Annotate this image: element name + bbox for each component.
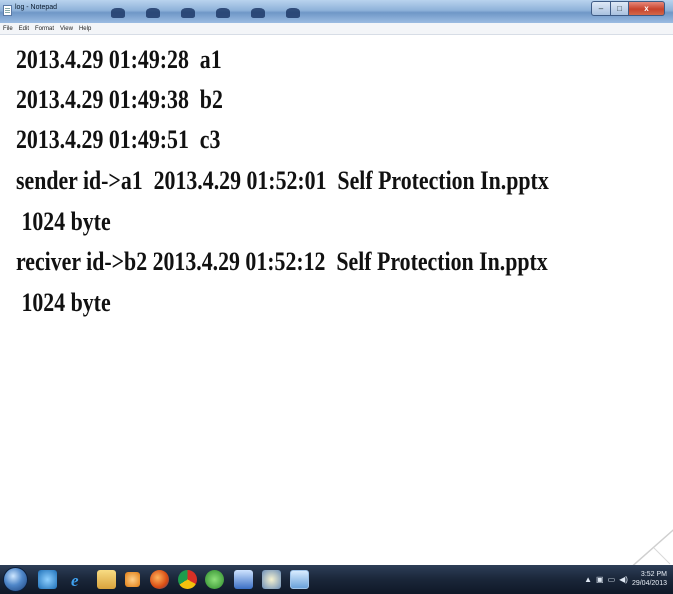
network-icon[interactable]: ▣ <box>596 575 604 584</box>
maximize-button[interactable]: □ <box>611 1 629 16</box>
tray-date: 29/04/2013 <box>631 580 667 587</box>
menu-view[interactable]: View <box>60 23 73 34</box>
menu-edit[interactable]: Edit <box>19 23 29 34</box>
menu-file[interactable]: File <box>3 23 13 34</box>
folder-icon[interactable] <box>97 570 116 589</box>
text-line: 2013.4.29 01:49:38 b2 <box>16 85 223 114</box>
system-tray: ▲ ▣ ▭ ◀) 3:52 PM 29/04/2013 <box>584 568 667 590</box>
tray-time: 3:52 PM <box>640 571 667 578</box>
text-line: sender id->a1 2013.4.29 01:52:01 Self Pr… <box>16 166 549 195</box>
text-line: 2013.4.29 01:49:28 a1 <box>16 45 222 74</box>
menu-help[interactable]: Help <box>79 23 91 34</box>
svg-text:e: e <box>71 571 79 589</box>
media-player-icon[interactable] <box>125 572 140 587</box>
close-button[interactable]: x <box>629 1 665 16</box>
menu-format[interactable]: Format <box>35 23 54 34</box>
notepad-icon[interactable] <box>290 570 309 589</box>
text-line: 1024 byte <box>16 288 111 317</box>
title-bar[interactable]: log - Notepad – □ x <box>0 0 673 23</box>
title-bar-decoration <box>100 8 310 18</box>
text-line: 1024 byte <box>16 207 111 236</box>
text-line: 2013.4.29 01:49:51 c3 <box>16 125 221 154</box>
paint-icon[interactable] <box>262 570 281 589</box>
battery-icon[interactable]: ▭ <box>608 575 616 584</box>
chrome-icon[interactable] <box>178 570 197 589</box>
text-line: reciver id->b2 2013.4.29 01:52:12 Self P… <box>16 247 548 276</box>
utorrent-icon[interactable] <box>205 570 224 589</box>
show-hidden-icons-icon[interactable]: ▲ <box>584 575 592 584</box>
taskbar: e ▲ ▣ ▭ ◀) 3:52 PM 29/04/2013 <box>0 565 673 594</box>
internet-explorer-icon[interactable]: e <box>68 570 87 590</box>
volume-icon[interactable]: ◀) <box>619 575 628 584</box>
notepad-app-icon[interactable] <box>3 5 12 16</box>
windows-explorer-icon[interactable] <box>38 570 57 589</box>
window-title: log - Notepad <box>15 4 58 11</box>
tray-clock[interactable]: 3:52 PM 29/04/2013 <box>632 570 667 588</box>
firefox-icon[interactable] <box>150 570 169 589</box>
text-editor-area[interactable]: 2013.4.29 01:49:28 a1 2013.4.29 01:49:38… <box>0 35 673 565</box>
minimize-button[interactable]: – <box>591 1 611 16</box>
menu-bar: File Edit Format View Help <box>0 23 673 35</box>
window-controls: – □ x <box>591 1 665 16</box>
word-icon[interactable] <box>234 570 253 589</box>
start-button[interactable] <box>3 567 28 592</box>
